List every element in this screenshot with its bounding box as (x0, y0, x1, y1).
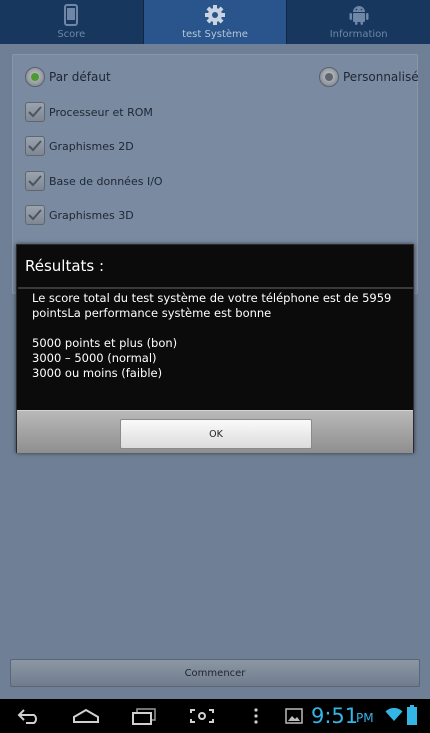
start-button[interactable]: Commencer (10, 659, 420, 687)
radio-custom[interactable]: Personnalisé (319, 67, 419, 87)
radio-default[interactable]: Par défaut (25, 67, 111, 87)
checkmark-icon (25, 102, 45, 122)
radio-selected-icon (25, 67, 45, 87)
checkbox-label: Base de données I/O (49, 174, 163, 188)
dialog-title: Résultats : (25, 257, 105, 275)
checkbox-label: Graphismes 2D (49, 139, 134, 153)
back-icon[interactable] (16, 707, 42, 725)
ok-button[interactable]: OK (120, 419, 312, 449)
checkmark-icon (25, 205, 45, 225)
tab-test-systeme-label: test Système (182, 29, 248, 40)
android-icon (349, 3, 369, 27)
screenshot-icon[interactable] (188, 707, 216, 725)
wifi-icon (385, 708, 403, 722)
home-icon[interactable] (72, 707, 100, 725)
radio-unselected-icon (319, 67, 339, 87)
system-bar: 9:51 PM (0, 699, 430, 733)
tab-bar: Score test Système Information (0, 0, 430, 44)
menu-overflow-icon[interactable] (252, 707, 260, 725)
checkbox-label: Processeur et ROM (49, 105, 153, 119)
results-dialog: Résultats : Le score total du test systè… (16, 244, 414, 453)
checkmark-icon (25, 171, 45, 191)
mode-radio-group: Par défaut Personnalisé (25, 67, 420, 91)
checkmark-icon (25, 136, 45, 156)
checkbox-database-io[interactable]: Base de données I/O (25, 171, 163, 191)
gallery-notification-icon (285, 707, 303, 725)
radio-default-label: Par défaut (49, 70, 111, 84)
clock-time: 9:51 (311, 704, 359, 728)
checkbox-graphics-3d[interactable]: Graphismes 3D (25, 205, 134, 225)
checkbox-processor-rom[interactable]: Processeur et ROM (25, 102, 153, 122)
recent-apps-icon[interactable] (130, 707, 158, 725)
tab-information[interactable]: Information (287, 0, 430, 44)
phone-icon (64, 3, 79, 27)
dialog-message: Le score total du test système de votre … (32, 291, 392, 380)
checkbox-label: Graphismes 3D (49, 208, 134, 222)
tab-score-label: Score (57, 29, 86, 40)
tab-test-systeme[interactable]: test Système (143, 0, 288, 44)
tab-information-label: Information (329, 29, 388, 40)
dialog-footer: OK (17, 410, 413, 453)
tab-score[interactable]: Score (0, 0, 144, 44)
checkbox-graphics-2d[interactable]: Graphismes 2D (25, 136, 134, 156)
battery-icon (407, 705, 417, 725)
gear-icon (204, 3, 226, 27)
clock-ampm: PM (356, 711, 374, 725)
radio-custom-label: Personnalisé (343, 70, 419, 84)
dialog-divider (18, 287, 413, 289)
